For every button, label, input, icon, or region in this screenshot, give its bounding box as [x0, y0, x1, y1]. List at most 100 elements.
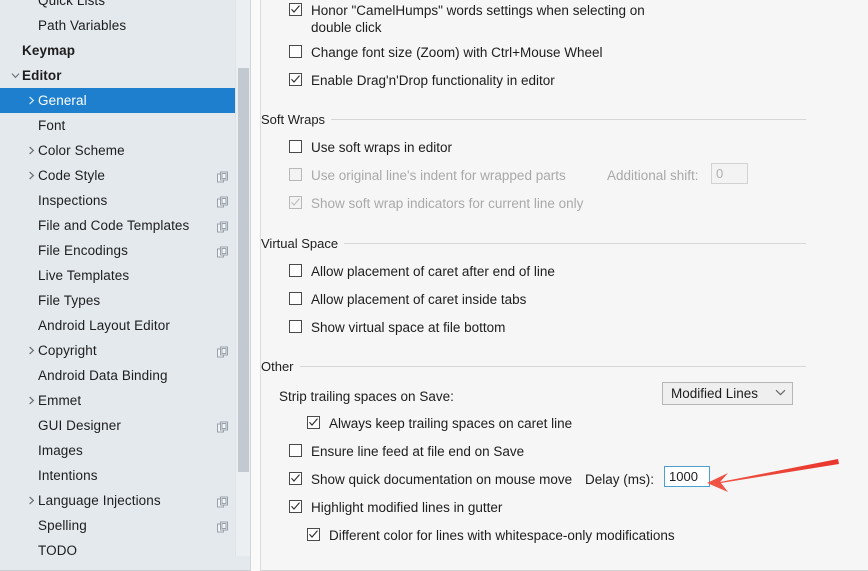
settings-tree-sidebar[interactable]: Quick Lists Path Variables Keymap Editor Gen… [0, 0, 250, 571]
copy-settings-icon[interactable] [217, 170, 228, 182]
sidebar-item-font[interactable]: Font [0, 113, 250, 138]
checkbox-highlight-modified-lines[interactable] [289, 500, 302, 513]
sidebar-item-inspections[interactable]: Inspections [0, 188, 250, 213]
option-change-font-size-zoom[interactable]: Change font size (Zoom) with Ctrl+Mouse … [289, 44, 603, 61]
sidebar-item-images[interactable]: Images [0, 438, 250, 463]
sidebar-item-label: Color Scheme [38, 143, 125, 158]
sidebar-item-spelling[interactable]: Spelling [0, 513, 250, 538]
sidebar-item-gui-designer[interactable]: GUI Designer [0, 413, 250, 438]
sidebar-item-label: Copyright [38, 343, 97, 358]
checkbox-show-soft-wrap-indicators [289, 196, 302, 209]
additional-shift-input: 0 [711, 163, 748, 184]
settings-tree: Quick Lists Path Variables Keymap Editor Gen… [0, 0, 250, 563]
option-use-original-indent: Use original line's indent for wrapped p… [289, 167, 566, 184]
option-use-soft-wraps[interactable]: Use soft wraps in editor [289, 139, 452, 156]
sidebar-item-label: Android Data Binding [38, 368, 168, 383]
sidebar-item-todo[interactable]: TODO [0, 538, 250, 563]
section-rule [344, 243, 806, 244]
copy-settings-icon[interactable] [217, 345, 228, 357]
copy-settings-icon[interactable] [217, 220, 228, 232]
option-label: Show virtual space at file bottom [311, 320, 506, 335]
sidebar-item-keymap[interactable]: Keymap [0, 38, 250, 63]
sidebar-item-editor[interactable]: Editor [0, 63, 250, 88]
sidebar-item-color-scheme[interactable]: Color Scheme [0, 138, 250, 163]
sidebar-item-live-templates[interactable]: Live Templates [0, 263, 250, 288]
option-caret-after-end-of-line[interactable]: Allow placement of caret after end of li… [289, 263, 555, 280]
option-always-keep-trailing-spaces[interactable]: Always keep trailing spaces on caret lin… [307, 415, 572, 432]
option-highlight-modified-lines[interactable]: Highlight modified lines in gutter [289, 499, 502, 516]
sidebar-item-emmet[interactable]: Emmet [0, 388, 250, 413]
sidebar-item-label: Live Templates [38, 268, 130, 283]
copy-settings-icon[interactable] [217, 245, 228, 257]
option-show-virtual-space-bottom[interactable]: Show virtual space at file bottom [289, 319, 505, 336]
sidebar-scrollbar-thumb[interactable] [238, 68, 249, 472]
copy-settings-icon[interactable] [217, 495, 228, 507]
sidebar-item-path-variables[interactable]: Path Variables [0, 13, 250, 38]
strip-trailing-spaces-select[interactable]: Modified Lines [662, 382, 793, 405]
option-honor-camelhumps[interactable]: Honor "CamelHumps" words settings when s… [289, 2, 651, 36]
chevron-down-icon[interactable] [8, 71, 22, 80]
option-caret-inside-tabs[interactable]: Allow placement of caret inside tabs [289, 291, 526, 308]
checkbox-always-keep-trailing-spaces[interactable] [307, 416, 320, 429]
sidebar-item-file-encodings[interactable]: File Encodings [0, 238, 250, 263]
sidebar-item-file-and-code-templates[interactable]: File and Code Templates [0, 213, 250, 238]
option-different-color-whitespace[interactable]: Different color for lines with whitespac… [307, 527, 675, 544]
option-ensure-line-feed[interactable]: Ensure line feed at file end on Save [289, 443, 524, 460]
option-label: Use soft wraps in editor [311, 140, 453, 155]
option-show-soft-wrap-indicators: Show soft wrap indicators for current li… [289, 195, 583, 212]
sidebar-item-quick-lists[interactable]: Quick Lists [0, 0, 250, 13]
sidebar-item-label: Spelling [38, 518, 87, 533]
pane-divider[interactable] [250, 0, 261, 571]
checkbox-use-soft-wraps[interactable] [289, 140, 302, 153]
sidebar-item-label: Inspections [38, 193, 108, 208]
checkbox-enable-dragndrop[interactable] [289, 73, 302, 86]
chevron-right-icon[interactable] [24, 396, 38, 405]
strip-trailing-spaces-value: Modified Lines [671, 386, 759, 401]
copy-settings-icon[interactable] [217, 520, 228, 532]
sidebar-item-language-injections[interactable]: Language Injections [0, 488, 250, 513]
chevron-right-icon[interactable] [24, 346, 38, 355]
sidebar-item-label: Keymap [22, 43, 76, 58]
sidebar-item-intentions[interactable]: Intentions [0, 463, 250, 488]
option-label: Always keep trailing spaces on caret lin… [329, 416, 573, 431]
sidebar-item-label: GUI Designer [38, 418, 121, 433]
sidebar-item-code-style[interactable]: Code Style [0, 163, 250, 188]
settings-content-pane: Honor "CamelHumps" words settings when s… [261, 0, 868, 571]
copy-settings-icon[interactable] [217, 420, 228, 432]
option-label: Highlight modified lines in gutter [311, 500, 503, 515]
checkbox-caret-after-end-of-line[interactable] [289, 264, 302, 277]
chevron-right-icon[interactable] [24, 171, 38, 180]
delay-input[interactable]: 1000 [664, 466, 710, 487]
sidebar-item-label: Images [38, 443, 83, 458]
chevron-right-icon[interactable] [24, 96, 38, 105]
sidebar-item-android-data-binding[interactable]: Android Data Binding [0, 363, 250, 388]
checkbox-honor-camelhumps[interactable] [289, 3, 302, 16]
settings-window: Quick Lists Path Variables Keymap Editor Gen… [0, 0, 868, 571]
sidebar-item-label: General [38, 93, 87, 108]
checkbox-change-font-size-zoom[interactable] [289, 45, 302, 58]
sidebar-item-label: File Types [38, 293, 101, 308]
option-show-quick-documentation[interactable]: Show quick documentation on mouse move [289, 471, 572, 488]
option-label: Different color for lines with whitespac… [329, 528, 675, 543]
sidebar-item-android-layout-editor[interactable]: Android Layout Editor [0, 313, 250, 338]
option-label: Honor "CamelHumps" words settings when s… [311, 3, 645, 35]
sidebar-item-file-types[interactable]: File Types [0, 288, 250, 313]
option-label: Use original line's indent for wrapped p… [311, 168, 566, 183]
checkbox-different-color-whitespace[interactable] [307, 528, 320, 541]
section-virtual-space: Virtual Space [261, 236, 806, 251]
additional-shift-label: Additional shift: [607, 168, 699, 183]
section-title: Other [261, 359, 294, 374]
checkbox-ensure-line-feed[interactable] [289, 444, 302, 457]
chevron-right-icon[interactable] [24, 146, 38, 155]
sidebar-item-general[interactable]: General [0, 88, 250, 113]
sidebar-item-copyright[interactable]: Copyright [0, 338, 250, 363]
copy-settings-icon[interactable] [217, 195, 228, 207]
section-rule [331, 119, 806, 120]
chevron-down-icon [775, 389, 786, 398]
checkbox-caret-inside-tabs[interactable] [289, 292, 302, 305]
sidebar-scrollbar-track[interactable] [235, 0, 250, 556]
chevron-right-icon[interactable] [24, 496, 38, 505]
checkbox-show-virtual-space-bottom[interactable] [289, 320, 302, 333]
checkbox-show-quick-documentation[interactable] [289, 472, 302, 485]
option-enable-dragndrop[interactable]: Enable Drag'n'Drop functionality in edit… [289, 72, 555, 89]
